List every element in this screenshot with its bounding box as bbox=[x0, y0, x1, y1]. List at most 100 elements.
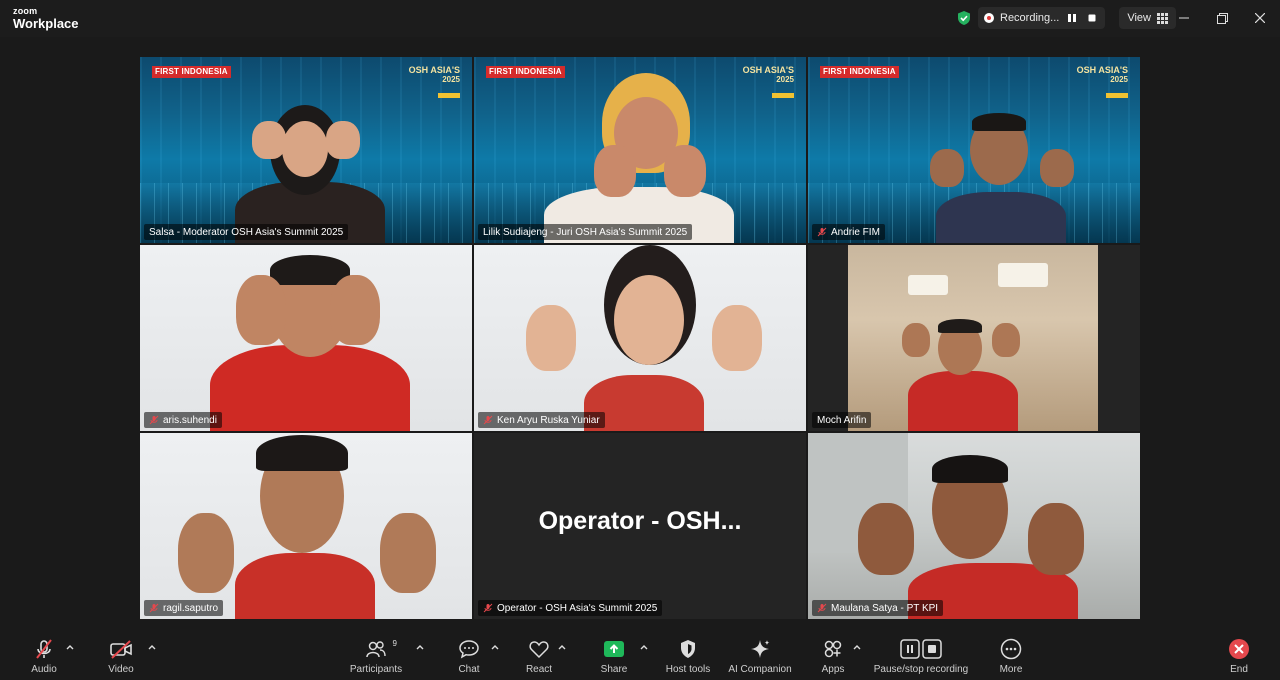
react-options-chevron-up-icon[interactable] bbox=[557, 643, 567, 651]
participant-name: aris.suhendi bbox=[163, 414, 217, 426]
mic-muted-icon bbox=[817, 603, 827, 613]
ai-companion-label: AI Companion bbox=[728, 664, 792, 675]
participant-name: Andrie FIM bbox=[831, 226, 880, 238]
meeting-toolbar: Audio Video 9 Participants Chat React Sh… bbox=[0, 635, 1280, 680]
more-label: More bbox=[999, 664, 1023, 675]
video-label: Video bbox=[108, 664, 134, 675]
minimize-icon bbox=[1179, 17, 1189, 19]
participant-name: Lilik Sudiajeng - Juri OSH Asia's Summit… bbox=[483, 226, 688, 238]
mic-muted-icon bbox=[817, 227, 827, 237]
participant-name-tag: Moch Arifin bbox=[812, 412, 872, 428]
mic-muted-icon bbox=[483, 603, 493, 613]
participant-name: Moch Arifin bbox=[817, 414, 867, 426]
participant-name-tag: Salsa - Moderator OSH Asia's Summit 2025 bbox=[144, 224, 349, 240]
participants-icon: 9 bbox=[365, 637, 397, 661]
video-button[interactable]: Video bbox=[86, 637, 156, 675]
video-tile-ragil[interactable]: ragil.saputro bbox=[140, 433, 472, 619]
first-indonesia-logo: FIRST INDONESIA bbox=[820, 66, 899, 78]
participant-name: Ken Aryu Ruska Yuniar bbox=[497, 414, 600, 426]
share-screen-icon bbox=[603, 637, 625, 661]
video-tile-maulana[interactable]: Maulana Satya - PT KPI bbox=[808, 433, 1140, 619]
logo-zoom-text: zoom bbox=[13, 6, 38, 16]
video-gallery: FIRST INDONESIA OSH ASIA'S 2025 Salsa - M… bbox=[0, 37, 1280, 635]
video-options-chevron-up-icon[interactable] bbox=[147, 643, 157, 651]
mic-muted-icon bbox=[149, 415, 159, 425]
react-label: React bbox=[525, 664, 553, 675]
participants-options-chevron-up-icon[interactable] bbox=[415, 643, 425, 651]
first-indonesia-logo: FIRST INDONESIA bbox=[152, 66, 231, 78]
video-tile-lilik[interactable]: FIRST INDONESIA OSH ASIA'S 2025 Lilik Sud… bbox=[474, 57, 806, 243]
participant-name: Operator - OSH Asia's Summit 2025 bbox=[497, 602, 658, 614]
participant-name: Salsa - Moderator OSH Asia's Summit 2025 bbox=[149, 226, 344, 238]
share-options-chevron-up-icon[interactable] bbox=[639, 643, 649, 651]
osh-summit-logo: OSH ASIA'S 2025 bbox=[1068, 65, 1128, 98]
gallery-grid-icon bbox=[1156, 12, 1168, 24]
mic-muted-icon bbox=[33, 637, 55, 661]
sparkle-icon bbox=[749, 637, 771, 661]
participants-label: Participants bbox=[349, 664, 403, 675]
recording-dot-icon bbox=[984, 13, 994, 23]
participant-name-tag: ragil.saputro bbox=[144, 600, 224, 616]
end-call-icon bbox=[1228, 637, 1250, 661]
restore-button[interactable] bbox=[1212, 8, 1232, 28]
apps-label: Apps bbox=[821, 664, 845, 675]
video-off-icon bbox=[109, 637, 133, 661]
video-tile-aris[interactable]: aris.suhendi bbox=[140, 245, 472, 431]
pause-stop-recording-label: Pause/stop recording bbox=[873, 664, 969, 675]
recording-indicator[interactable]: Recording... bbox=[978, 7, 1106, 29]
pause-stop-recording-icon bbox=[900, 637, 942, 661]
more-button[interactable]: More bbox=[976, 637, 1046, 675]
chat-label: Chat bbox=[458, 664, 480, 675]
participant-name-tag: Lilik Sudiajeng - Juri OSH Asia's Summit… bbox=[478, 224, 693, 240]
mic-muted-icon bbox=[149, 603, 159, 613]
video-tile-ken[interactable]: Ken Aryu Ruska Yuniar bbox=[474, 245, 806, 431]
video-tile-salsa[interactable]: FIRST INDONESIA OSH ASIA'S 2025 Salsa - M… bbox=[140, 57, 472, 243]
participant-name: ragil.saputro bbox=[163, 602, 219, 614]
host-tools-button[interactable]: Host tools bbox=[653, 637, 723, 675]
participant-name-tag: Andrie FIM bbox=[812, 224, 885, 240]
osh-summit-logo: OSH ASIA'S 2025 bbox=[734, 65, 794, 98]
encryption-shield-icon[interactable] bbox=[956, 10, 972, 26]
restore-icon bbox=[1216, 12, 1228, 24]
end-meeting-button[interactable]: End bbox=[1204, 637, 1274, 675]
apps-icon bbox=[822, 637, 844, 661]
audio-label: Audio bbox=[31, 664, 57, 675]
chat-options-chevron-up-icon[interactable] bbox=[490, 643, 500, 651]
minimize-button[interactable] bbox=[1174, 8, 1194, 28]
recording-label: Recording... bbox=[1000, 12, 1060, 24]
video-tile-andrie[interactable]: FIRST INDONESIA OSH ASIA'S 2025 Andrie FI… bbox=[808, 57, 1140, 243]
zoom-logo: zoom Workplace bbox=[13, 6, 79, 31]
participant-name-tag: Ken Aryu Ruska Yuniar bbox=[478, 412, 605, 428]
audio-options-chevron-up-icon[interactable] bbox=[65, 643, 75, 651]
more-options-icon bbox=[1000, 637, 1022, 661]
view-label: View bbox=[1127, 12, 1151, 24]
video-tile-moch-arifin[interactable]: Moch Arifin bbox=[808, 245, 1140, 431]
close-icon bbox=[1255, 13, 1265, 23]
chat-icon bbox=[458, 637, 480, 661]
participant-name-tag: aris.suhendi bbox=[144, 412, 222, 428]
logo-workplace-text: Workplace bbox=[13, 16, 79, 31]
pause-stop-recording-button[interactable]: Pause/stop recording bbox=[868, 637, 974, 675]
mic-muted-icon bbox=[483, 415, 493, 425]
participants-count: 9 bbox=[392, 639, 397, 648]
osh-summit-logo: OSH ASIA'S 2025 bbox=[400, 65, 460, 98]
end-label: End bbox=[1230, 664, 1248, 675]
video-tile-operator[interactable]: Operator - OSH... Operator - OSH Asia's … bbox=[474, 433, 806, 619]
close-window-button[interactable] bbox=[1250, 8, 1270, 28]
first-indonesia-logo: FIRST INDONESIA bbox=[486, 66, 565, 78]
pause-recording-icon[interactable] bbox=[1065, 11, 1079, 25]
ai-companion-button[interactable]: AI Companion bbox=[724, 637, 796, 675]
host-tools-label: Host tools bbox=[665, 664, 711, 675]
apps-options-chevron-up-icon[interactable] bbox=[852, 643, 862, 651]
heart-icon bbox=[528, 637, 550, 661]
view-button[interactable]: View bbox=[1119, 7, 1176, 29]
share-label: Share bbox=[600, 664, 628, 675]
participant-display-name: Operator - OSH... bbox=[538, 507, 742, 535]
participant-name: Maulana Satya - PT KPI bbox=[831, 602, 939, 614]
participant-name-tag: Operator - OSH Asia's Summit 2025 bbox=[478, 600, 663, 616]
participants-button[interactable]: 9 Participants bbox=[341, 637, 411, 675]
title-bar: zoom Workplace Recording... View bbox=[0, 0, 1280, 37]
shield-icon bbox=[677, 637, 699, 661]
participant-name-tag: Maulana Satya - PT KPI bbox=[812, 600, 944, 616]
stop-recording-icon[interactable] bbox=[1085, 11, 1099, 25]
